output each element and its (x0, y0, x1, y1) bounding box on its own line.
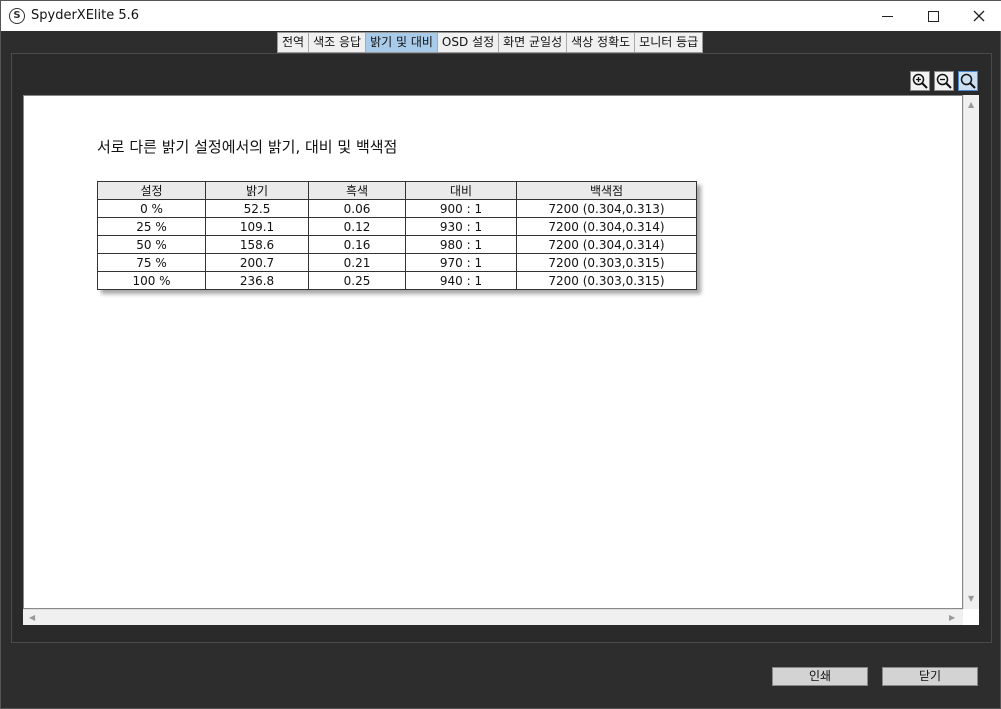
table-cell: 7200 (0.303,0.315) (516, 253, 697, 272)
zoom-fit-icon (960, 73, 976, 89)
table-cell: 980 : 1 (405, 235, 517, 254)
table-row: 50 % 158.6 0.16 980 : 1 7200 (0.304,0.31… (97, 235, 697, 254)
zoom-toolbar (910, 71, 978, 91)
horizontal-scrollbar[interactable]: ◀ ▶ (23, 609, 963, 625)
column-header: 백색점 (516, 181, 697, 200)
table-cell: 0.12 (308, 217, 406, 236)
column-header: 밝기 (205, 181, 309, 200)
brightness-table-wrapper: 설정 밝기 흑색 대비 백색점 0 % 52.5 0.06 900 : 1 72… (97, 181, 697, 290)
table-cell: 158.6 (205, 235, 309, 254)
minimize-button[interactable] (864, 1, 910, 31)
table-cell: 100 % (97, 271, 206, 290)
tab-brightness-contrast[interactable]: 밝기 및 대비 (366, 33, 438, 52)
table-cell: 900 : 1 (405, 199, 517, 218)
table-cell: 52.5 (205, 199, 309, 218)
maximize-button[interactable] (910, 1, 956, 31)
zoom-out-icon (936, 73, 952, 89)
table-cell: 0.06 (308, 199, 406, 218)
scroll-up-icon[interactable]: ▲ (968, 101, 974, 109)
vertical-scrollbar[interactable]: ▲ ▼ (963, 95, 979, 609)
app-window: S SpyderXElite 5.6 전역 색조 응답 밝기 및 대비 OSD … (0, 0, 1001, 709)
scrollbar-corner (963, 609, 979, 625)
table-cell: 200.7 (205, 253, 309, 272)
table-cell: 0.25 (308, 271, 406, 290)
table-header-row: 설정 밝기 흑색 대비 백색점 (97, 181, 697, 200)
tab-global[interactable]: 전역 (278, 33, 310, 52)
table-cell: 7200 (0.304,0.314) (516, 217, 697, 236)
zoom-fit-button[interactable] (958, 71, 978, 91)
close-button[interactable]: 닫기 (882, 667, 978, 686)
table-cell: 109.1 (205, 217, 309, 236)
zoom-out-button[interactable] (934, 71, 954, 91)
table-cell: 236.8 (205, 271, 309, 290)
table-cell: 970 : 1 (405, 253, 517, 272)
maximize-icon (927, 10, 939, 22)
app-logo-icon: S (9, 8, 25, 24)
scroll-down-icon[interactable]: ▼ (968, 595, 974, 603)
tab-screen-uniformity[interactable]: 화면 균일성 (499, 33, 568, 52)
table-cell: 25 % (97, 217, 206, 236)
table-row: 100 % 236.8 0.25 940 : 1 7200 (0.303,0.3… (97, 271, 697, 290)
column-header: 흑색 (308, 181, 406, 200)
column-header: 설정 (97, 181, 206, 200)
report-title: 서로 다른 밝기 설정에서의 밝기, 대비 및 백색점 (97, 138, 398, 156)
table-cell: 930 : 1 (405, 217, 517, 236)
scroll-right-icon[interactable]: ▶ (949, 614, 955, 622)
report-document: 서로 다른 밝기 설정에서의 밝기, 대비 및 백색점 설정 밝기 흑색 대비 … (23, 95, 963, 609)
table-cell: 7200 (0.304,0.314) (516, 235, 697, 254)
table-cell: 0.21 (308, 253, 406, 272)
scroll-left-icon[interactable]: ◀ (29, 614, 35, 622)
table-row: 75 % 200.7 0.21 970 : 1 7200 (0.303,0.31… (97, 253, 697, 272)
close-window-button[interactable] (956, 1, 1001, 31)
tab-tone-response[interactable]: 색조 응답 (309, 33, 367, 52)
print-button[interactable]: 인쇄 (772, 667, 868, 686)
title-bar: S SpyderXElite 5.6 (1, 1, 1001, 31)
tab-color-accuracy[interactable]: 색상 정확도 (567, 33, 636, 52)
table-cell: 940 : 1 (405, 271, 517, 290)
column-header: 대비 (405, 181, 517, 200)
minimize-icon (881, 15, 893, 17)
table-cell: 50 % (97, 235, 206, 254)
table-cell: 7200 (0.304,0.313) (516, 199, 697, 218)
close-icon (973, 10, 985, 22)
brightness-contrast-table: 설정 밝기 흑색 대비 백색점 0 % 52.5 0.06 900 : 1 72… (97, 181, 697, 290)
table-row: 0 % 52.5 0.06 900 : 1 7200 (0.304,0.313) (97, 199, 697, 218)
table-row: 25 % 109.1 0.12 930 : 1 7200 (0.304,0.31… (97, 217, 697, 236)
zoom-in-icon (912, 73, 928, 89)
table-cell: 75 % (97, 253, 206, 272)
zoom-in-button[interactable] (910, 71, 930, 91)
tab-osd-settings[interactable]: OSD 설정 (437, 33, 500, 52)
window-title: SpyderXElite 5.6 (31, 8, 140, 23)
table-cell: 7200 (0.303,0.315) (516, 271, 697, 290)
report-tabs: 전역 색조 응답 밝기 및 대비 OSD 설정 화면 균일성 색상 정확도 모니… (277, 32, 704, 53)
table-cell: 0.16 (308, 235, 406, 254)
table-cell: 0 % (97, 199, 206, 218)
tab-monitor-rating[interactable]: 모니터 등급 (635, 33, 703, 52)
